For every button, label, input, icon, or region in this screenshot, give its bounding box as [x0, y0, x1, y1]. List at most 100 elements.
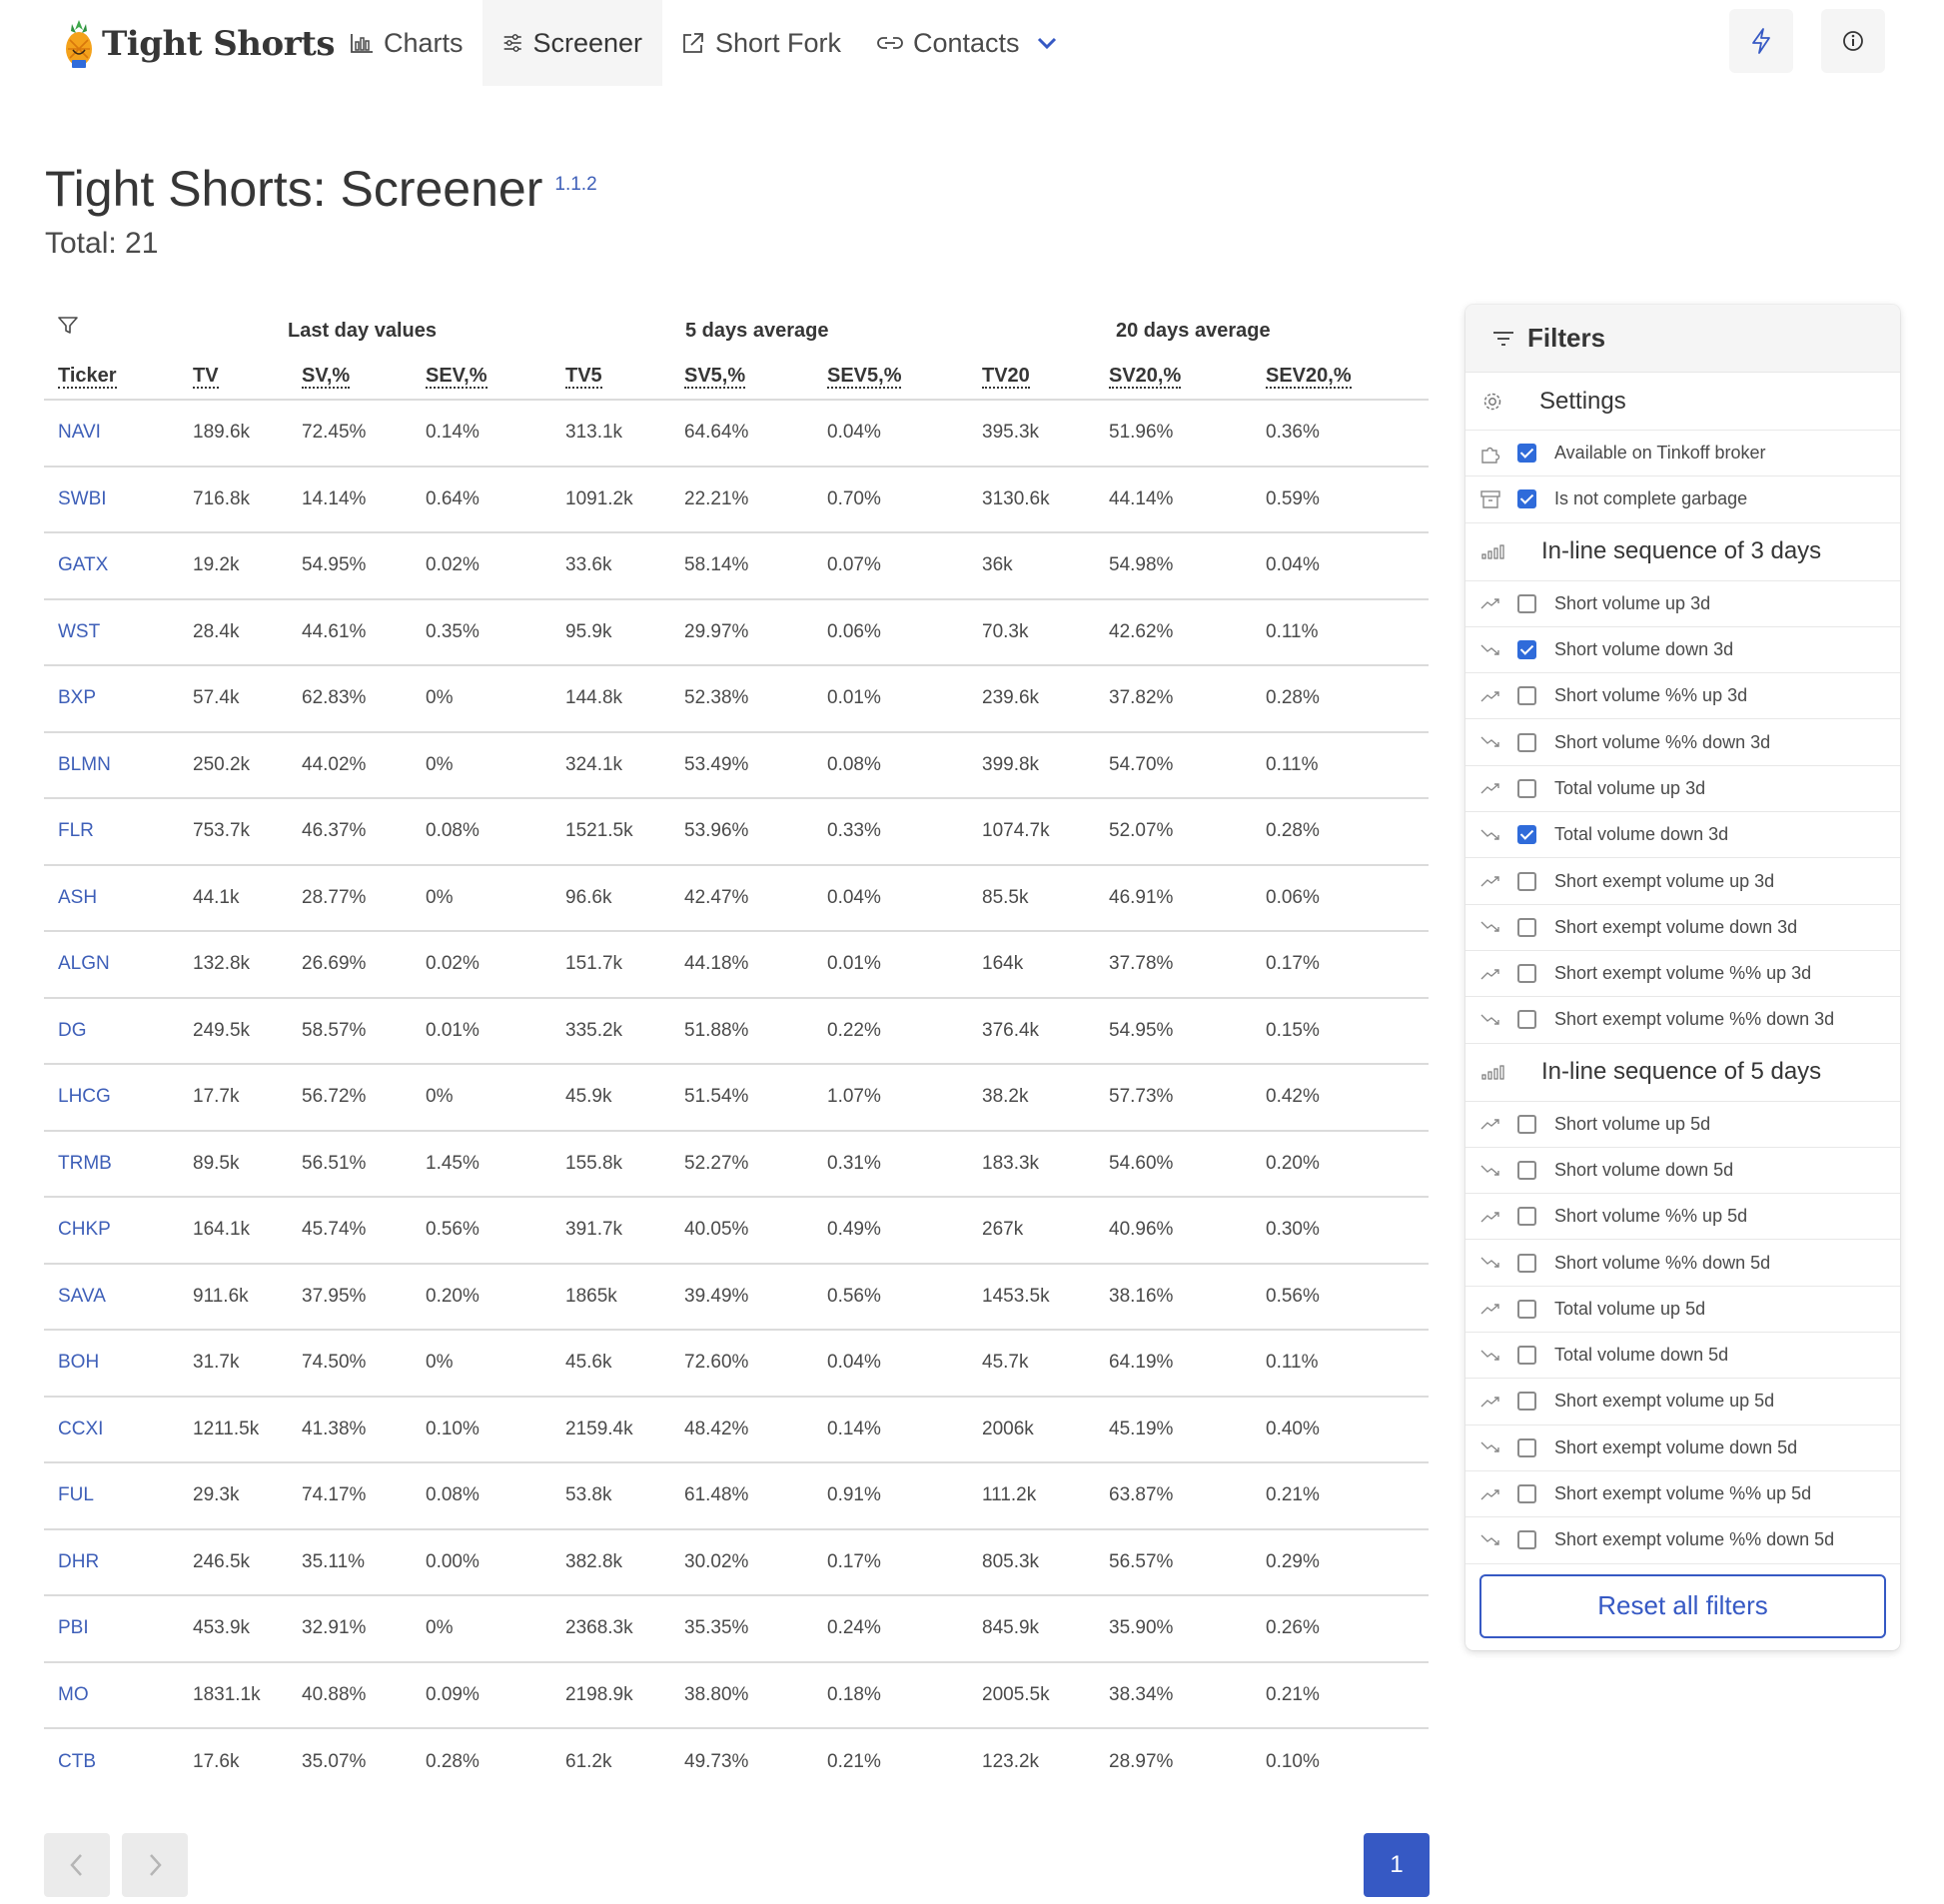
page-1-button[interactable]: 1 — [1364, 1833, 1430, 1897]
column-header[interactable]: SV5,% — [670, 354, 813, 401]
filter-checkbox[interactable] — [1517, 1010, 1536, 1030]
column-header[interactable]: TV — [179, 354, 288, 401]
ticker-link[interactable]: ASH — [44, 864, 179, 932]
ticker-link[interactable]: FUL — [44, 1462, 179, 1530]
filter-option[interactable]: Total volume down 5d — [1465, 1333, 1900, 1380]
table-row: LHCG 17.7k 56.72% 0% 45.9k 51.54% 1.07% 38.2k 57… — [44, 1064, 1429, 1132]
filter-checkbox[interactable] — [1517, 778, 1536, 798]
filter-checkbox[interactable] — [1517, 964, 1536, 984]
ticker-link[interactable]: CCXI — [44, 1396, 179, 1463]
filter-checkbox[interactable] — [1517, 1437, 1536, 1457]
filter-checkbox[interactable] — [1517, 489, 1536, 509]
trend-down-icon — [1479, 1349, 1503, 1363]
filter-option[interactable]: Short exempt volume %% up 5d — [1465, 1471, 1900, 1518]
filter-checkbox[interactable] — [1517, 1346, 1536, 1366]
info-button[interactable] — [1821, 9, 1885, 73]
ticker-link[interactable]: TRMB — [44, 1130, 179, 1198]
filter-option[interactable]: Short volume down 3d — [1465, 627, 1900, 674]
filter-option[interactable]: Short exempt volume down 5d — [1465, 1426, 1900, 1471]
nav-short-fork[interactable]: Short Fork — [661, 0, 861, 86]
column-header[interactable]: SV,% — [288, 354, 412, 401]
filter-checkbox[interactable] — [1517, 825, 1536, 845]
table-cell: 53.49% — [670, 731, 813, 799]
filter-option[interactable]: Short exempt volume up 3d — [1465, 858, 1900, 905]
ticker-link[interactable]: BLMN — [44, 731, 179, 799]
filter-checkbox[interactable] — [1517, 1161, 1536, 1180]
filter-checkbox[interactable] — [1517, 1299, 1536, 1319]
filter-option[interactable]: Short volume up 3d — [1465, 581, 1900, 627]
nav-contacts[interactable]: Contacts — [857, 0, 1088, 86]
next-page-button[interactable] — [122, 1833, 188, 1897]
column-header[interactable]: SV20,% — [1095, 354, 1252, 401]
filter-option-label: Short volume %% down 5d — [1554, 1252, 1771, 1273]
table-cell: 0.00% — [412, 1528, 551, 1596]
table-cell: 42.47% — [670, 864, 813, 932]
filter-checkbox[interactable] — [1517, 1253, 1536, 1273]
filter-funnel-icon[interactable] — [58, 317, 78, 335]
column-header[interactable]: Ticker — [44, 354, 179, 401]
filter-checkbox[interactable] — [1517, 1114, 1536, 1134]
table-cell: 0.31% — [813, 1130, 968, 1198]
ticker-link[interactable]: BXP — [44, 665, 179, 733]
ticker-link[interactable]: PBI — [44, 1595, 179, 1663]
filter-checkbox[interactable] — [1517, 732, 1536, 752]
bolt-button[interactable] — [1729, 9, 1793, 73]
filter-option[interactable]: Short exempt volume up 5d — [1465, 1379, 1900, 1426]
group-header-last-day: Last day values — [288, 320, 437, 342]
chevron-down-icon[interactable] — [1036, 36, 1058, 50]
ticker-link[interactable]: ALGN — [44, 931, 179, 999]
filter-option[interactable]: Short volume %% up 5d — [1465, 1194, 1900, 1241]
ticker-link[interactable]: SWBI — [44, 466, 179, 533]
filters-header: Filters — [1465, 305, 1900, 373]
ticker-link[interactable]: FLR — [44, 798, 179, 866]
brand[interactable]: Tight Shorts — [62, 14, 335, 74]
filter-checkbox[interactable] — [1517, 444, 1536, 464]
filter-option[interactable]: Short volume %% down 5d — [1465, 1240, 1900, 1287]
filter-option[interactable]: Total volume down 3d — [1465, 812, 1900, 859]
filter-option[interactable]: Total volume up 5d — [1465, 1287, 1900, 1334]
ticker-link[interactable]: NAVI — [44, 400, 179, 468]
ticker-link[interactable]: DHR — [44, 1528, 179, 1596]
ticker-link[interactable]: DG — [44, 997, 179, 1065]
filter-option[interactable]: Short volume %% down 3d — [1465, 719, 1900, 766]
column-header[interactable]: SEV20,% — [1252, 354, 1429, 401]
ticker-link[interactable]: GATX — [44, 532, 179, 600]
column-header[interactable]: TV20 — [968, 354, 1095, 401]
filter-checkbox[interactable] — [1517, 1530, 1536, 1550]
filter-option[interactable]: Short exempt volume %% down 3d — [1465, 997, 1900, 1044]
filter-option[interactable]: Short volume %% up 3d — [1465, 673, 1900, 720]
filter-option[interactable]: Total volume up 3d — [1465, 766, 1900, 813]
column-header[interactable]: SEV5,% — [813, 354, 968, 401]
ticker-link[interactable]: BOH — [44, 1330, 179, 1398]
filter-checkbox[interactable] — [1517, 1392, 1536, 1412]
filter-option[interactable]: Available on Tinkoff broker — [1465, 431, 1900, 477]
ticker-link[interactable]: MO — [44, 1661, 179, 1729]
table-cell: 40.96% — [1095, 1197, 1252, 1265]
filter-option[interactable]: Short volume down 5d — [1465, 1148, 1900, 1195]
filter-option[interactable]: Short volume up 5d — [1465, 1102, 1900, 1148]
ticker-link[interactable]: CTB — [44, 1728, 179, 1795]
previous-page-button[interactable] — [44, 1833, 110, 1897]
filter-option[interactable]: Short exempt volume down 3d — [1465, 905, 1900, 951]
filter-checkbox[interactable] — [1517, 1207, 1536, 1227]
ticker-link[interactable]: LHCG — [44, 1064, 179, 1132]
filter-checkbox[interactable] — [1517, 871, 1536, 891]
reset-all-filters-button[interactable]: Reset all filters — [1479, 1573, 1886, 1638]
filter-checkbox[interactable] — [1517, 686, 1536, 706]
table-cell: 61.2k — [565, 1750, 612, 1772]
filter-option[interactable]: Is not complete garbage — [1465, 476, 1900, 523]
filter-checkbox[interactable] — [1517, 593, 1536, 613]
ticker-link[interactable]: SAVA — [44, 1263, 179, 1331]
column-header[interactable]: TV5 — [551, 354, 670, 401]
ticker-link[interactable]: CHKP — [44, 1197, 179, 1265]
nav-charts[interactable]: Charts — [330, 0, 484, 86]
ticker-link[interactable]: WST — [44, 598, 179, 666]
filter-checkbox[interactable] — [1517, 1484, 1536, 1504]
filter-checkbox[interactable] — [1517, 640, 1536, 660]
table-row: WST 28.4k 44.61% 0.35% 95.9k 29.97% 0.06% 70.3k… — [44, 598, 1429, 666]
filter-option[interactable]: Short exempt volume %% up 3d — [1465, 951, 1900, 998]
nav-screener[interactable]: Screener — [483, 0, 662, 86]
filter-option[interactable]: Short exempt volume %% down 5d — [1465, 1517, 1900, 1564]
column-header[interactable]: SEV,% — [412, 354, 551, 401]
filter-checkbox[interactable] — [1517, 917, 1536, 937]
